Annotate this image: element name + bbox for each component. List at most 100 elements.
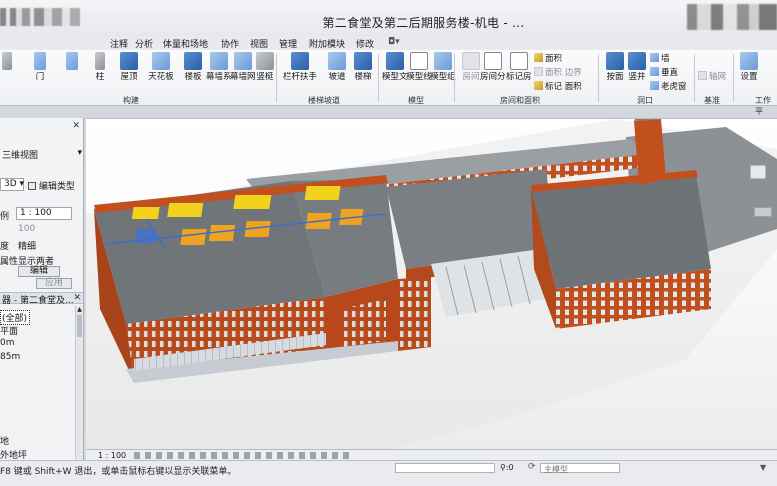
- floor-button[interactable]: 楼板: [180, 52, 206, 92]
- tab-annotate[interactable]: 注释: [110, 37, 128, 50]
- browser-scrollbar[interactable]: ▲: [75, 306, 83, 460]
- browser-item-plan[interactable]: 平面: [0, 324, 83, 337]
- detail-level-value[interactable]: 精细: [18, 239, 83, 252]
- group-model-label: 模型: [408, 96, 424, 105]
- tab-view[interactable]: 视图: [250, 37, 268, 50]
- grid-button[interactable]: 轴网: [698, 70, 726, 82]
- close-icon[interactable]: ✕: [73, 293, 81, 303]
- edit-button[interactable]: 编辑: [18, 266, 60, 277]
- shaft-button[interactable]: 竖井: [624, 52, 650, 92]
- ribbon-divider: [276, 54, 277, 102]
- stair-button[interactable]: 楼梯: [350, 52, 376, 92]
- project-browser-title: 器 - 第二食堂及...: [2, 296, 74, 306]
- edit-type-button[interactable]: 编辑类型: [28, 179, 75, 192]
- status-bar: F8 键或 Shift+W 退出，或单击鼠标右键以显示关联菜单。 ⚲:0 ⟳ 主…: [0, 460, 777, 486]
- tab-massing-site[interactable]: 体量和场地: [163, 37, 208, 50]
- tag-area-button[interactable]: 标记 面积: [534, 80, 582, 92]
- window-button[interactable]: [62, 52, 82, 92]
- curtain-system-button[interactable]: 幕墙系统: [206, 52, 232, 92]
- project-browser-header: 器 - 第二食堂及... ✕: [0, 292, 83, 306]
- ribbon-divider: [598, 54, 599, 102]
- ribbon-toggle-icon[interactable]: ◘▾: [388, 37, 400, 47]
- column-button[interactable]: 柱: [90, 52, 110, 92]
- room-separator-icon: [484, 52, 502, 70]
- view-control-bar: 1 : 100: [86, 449, 777, 460]
- tab-manage[interactable]: 管理: [279, 37, 297, 50]
- tab-collaborate[interactable]: 协作: [221, 37, 239, 50]
- apply-button[interactable]: 应用: [36, 278, 72, 289]
- railing-button[interactable]: 栏杆扶手: [280, 52, 320, 92]
- model-line-icon: [410, 52, 428, 70]
- model-line-label: 模型线: [406, 72, 432, 82]
- window-icon: [66, 52, 78, 70]
- tab-addins[interactable]: 附加模块: [309, 37, 345, 50]
- building-model[interactable]: [86, 119, 777, 449]
- browser-item-outdoor-grade[interactable]: 外地坪: [0, 448, 83, 460]
- edit-type-icon: [28, 182, 36, 190]
- wall-opening-button[interactable]: 墙: [650, 52, 670, 64]
- floor-label: 楼板: [184, 72, 202, 82]
- set-workplane-button[interactable]: 设置: [736, 52, 762, 92]
- wall-button[interactable]: [0, 52, 14, 92]
- status-message: F8 键或 Shift+W 退出，或单击鼠标右键以显示关联菜单。: [0, 467, 237, 477]
- ramp-button[interactable]: 坡道: [324, 52, 350, 92]
- browser-item-level-85[interactable]: 85m: [0, 352, 83, 362]
- mullion-icon: [256, 52, 274, 70]
- scale-value-readonly: 100: [18, 224, 36, 234]
- browser-item-ground[interactable]: 地: [0, 434, 83, 447]
- tag-room-button[interactable]: 标记房间: [506, 52, 532, 92]
- active-design-option[interactable]: 主模型: [540, 463, 620, 474]
- curtain-system-icon: [210, 52, 228, 70]
- tab-analyze[interactable]: 分析: [135, 37, 153, 50]
- model-text-button[interactable]: 模型文字: [382, 52, 408, 92]
- scale-field[interactable]: 1 : 100: [16, 207, 72, 220]
- settings-icon: [740, 52, 758, 70]
- roof-button[interactable]: 屋顶: [116, 52, 142, 92]
- wall-icon: [2, 52, 12, 70]
- view-control-icons[interactable]: [134, 452, 354, 459]
- dormer-label: 老虎窗: [661, 82, 687, 92]
- ribbon-tabs: 注释 分析 体量和场地 协作 视图 管理 附加模块 修改 ◘▾: [0, 36, 777, 50]
- ceiling-button[interactable]: 天花板: [146, 52, 176, 92]
- vertical-opening-button[interactable]: 垂直: [650, 66, 678, 78]
- browser-item-all[interactable]: (全部): [0, 310, 30, 325]
- view-scale[interactable]: 1 : 100: [98, 451, 126, 460]
- navigation-bar-icon[interactable]: [754, 207, 772, 217]
- room-separator-button[interactable]: 房间分隔: [480, 52, 506, 92]
- area-boundary-icon: [534, 67, 543, 76]
- curtain-system-label: 幕墙系统: [206, 72, 232, 82]
- stair-icon: [354, 52, 372, 70]
- model-group-button[interactable]: 模型组: [430, 52, 456, 92]
- area-boundary-label: 面积 边界: [545, 68, 582, 78]
- tag-area-icon: [534, 81, 543, 90]
- scroll-up-icon[interactable]: ▲: [76, 306, 83, 313]
- area-icon: [534, 53, 543, 62]
- ribbon-panel: 门 柱 屋顶 天花板 楼板 幕墙系统 幕墙网格 竖梃 构建 栏杆扶手 坡道: [0, 50, 777, 116]
- ribbon-divider: [694, 54, 695, 102]
- 3d-viewport[interactable]: [86, 118, 777, 449]
- floor-icon: [184, 52, 202, 70]
- right-building-roof: [531, 174, 711, 289]
- model-group-icon: [434, 52, 452, 70]
- area-boundary-button[interactable]: 面积 边界: [534, 66, 582, 78]
- mullion-button[interactable]: 竖梃: [252, 52, 278, 92]
- dormer-button[interactable]: 老虎窗: [650, 80, 687, 92]
- browser-item-level-0[interactable]: 0m: [0, 338, 83, 348]
- sync-icon[interactable]: ⟳: [528, 462, 536, 472]
- view-type-selector[interactable]: 三维视图 ▾: [2, 148, 83, 161]
- view-instance-dropdown[interactable]: 3D ▾: [0, 178, 24, 191]
- close-icon[interactable]: ✕: [72, 121, 80, 131]
- curtain-grid-icon: [234, 52, 252, 70]
- window-controls[interactable]: [687, 4, 777, 30]
- workset-field[interactable]: [395, 463, 495, 473]
- railing-icon: [291, 52, 309, 70]
- tab-modify[interactable]: 修改: [356, 37, 374, 50]
- area-button[interactable]: 面积: [534, 52, 562, 64]
- scroll-thumb[interactable]: [77, 315, 82, 337]
- door-label: 门: [35, 72, 45, 82]
- filter-icon[interactable]: ▼: [760, 463, 766, 472]
- door-button[interactable]: 门: [30, 52, 50, 92]
- grid-label: 轴网: [709, 72, 727, 82]
- model-line-button[interactable]: 模型线: [406, 52, 432, 92]
- wall-opening-icon: [650, 53, 659, 62]
